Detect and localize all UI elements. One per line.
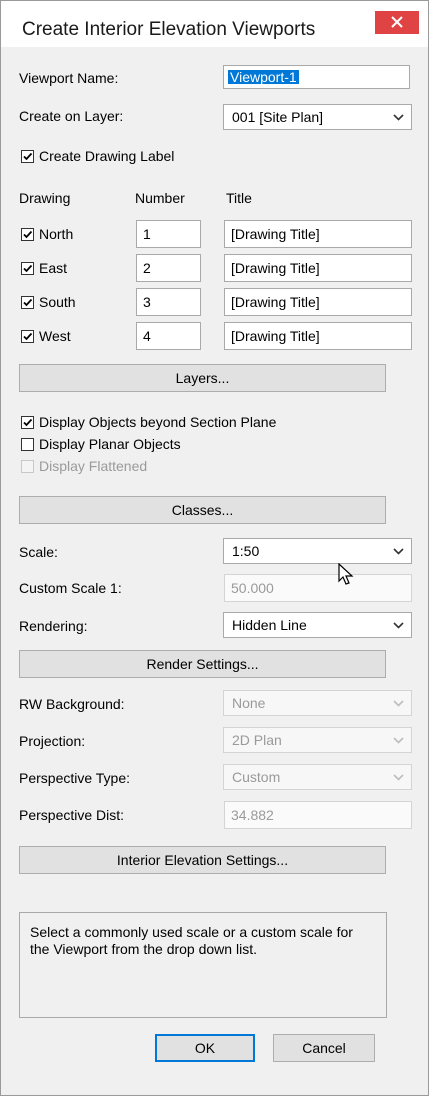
window-title: Create Interior Elevation Viewports bbox=[22, 19, 316, 40]
chevron-down-icon bbox=[393, 700, 404, 707]
chevron-down-icon bbox=[393, 737, 404, 744]
west-title-input[interactable]: [Drawing Title] bbox=[224, 322, 412, 350]
layer-select[interactable]: 001 [Site Plan] bbox=[223, 104, 412, 130]
display-objects-beyond-checkbox[interactable] bbox=[21, 416, 34, 429]
south-number-input[interactable]: 3 bbox=[136, 288, 201, 316]
display-flattened-checkbox bbox=[21, 460, 34, 473]
render-settings-button[interactable]: Render Settings... bbox=[19, 650, 386, 678]
projection-label: Projection: bbox=[19, 733, 86, 749]
viewport-name-input[interactable]: Viewport-1 bbox=[223, 65, 410, 89]
display-objects-beyond-label: Display Objects beyond Section Plane bbox=[39, 414, 277, 430]
close-button[interactable] bbox=[375, 11, 419, 34]
scale-select[interactable]: 1:50 bbox=[223, 538, 412, 564]
checkmark-icon bbox=[23, 264, 33, 273]
north-title-input[interactable]: [Drawing Title] bbox=[224, 220, 412, 248]
east-label: East bbox=[39, 260, 68, 276]
checkmark-icon bbox=[23, 418, 33, 427]
layers-button[interactable]: Layers... bbox=[19, 364, 386, 392]
title-bar: Create Interior Elevation Viewports bbox=[1, 1, 428, 47]
chevron-down-icon bbox=[393, 548, 404, 555]
drawing-column-header: Drawing bbox=[19, 190, 71, 206]
perspective-dist-label: Perspective Dist: bbox=[19, 807, 125, 823]
east-checkbox[interactable] bbox=[21, 262, 34, 275]
interior-elevation-settings-button[interactable]: Interior Elevation Settings... bbox=[19, 846, 386, 874]
rendering-select-value: Hidden Line bbox=[232, 617, 307, 633]
rw-background-select: None bbox=[223, 690, 412, 716]
south-label: South bbox=[39, 294, 76, 310]
rw-background-label: RW Background: bbox=[19, 696, 125, 712]
create-on-layer-label: Create on Layer: bbox=[19, 108, 124, 124]
rendering-select[interactable]: Hidden Line bbox=[223, 612, 412, 638]
custom-scale-input: 50.000 bbox=[224, 574, 412, 602]
chevron-down-icon bbox=[393, 114, 404, 121]
number-column-header: Number bbox=[135, 190, 185, 206]
west-number-input[interactable]: 4 bbox=[136, 322, 201, 350]
checkmark-icon bbox=[23, 230, 33, 239]
dialog-window: Create Interior Elevation Viewports View… bbox=[0, 0, 429, 1096]
perspective-type-select: Custom bbox=[223, 764, 412, 790]
perspective-type-value: Custom bbox=[232, 769, 281, 785]
ok-button[interactable]: OK bbox=[155, 1034, 255, 1062]
display-flattened-label: Display Flattened bbox=[39, 458, 148, 474]
display-planar-checkbox[interactable] bbox=[21, 438, 34, 451]
south-checkbox[interactable] bbox=[21, 296, 34, 309]
cancel-button[interactable]: Cancel bbox=[273, 1034, 375, 1062]
checkmark-icon bbox=[23, 152, 33, 161]
viewport-name-label: Viewport Name: bbox=[19, 70, 119, 86]
mouse-pointer-icon bbox=[338, 563, 354, 585]
east-title-input[interactable]: [Drawing Title] bbox=[224, 254, 412, 282]
north-number-input[interactable]: 1 bbox=[136, 220, 201, 248]
rendering-label: Rendering: bbox=[19, 618, 88, 634]
south-title-input[interactable]: [Drawing Title] bbox=[224, 288, 412, 316]
layer-select-value: 001 [Site Plan] bbox=[232, 109, 324, 125]
checkmark-icon bbox=[23, 332, 33, 341]
perspective-type-label: Perspective Type: bbox=[19, 770, 131, 786]
checkmark-icon bbox=[23, 298, 33, 307]
north-label: North bbox=[39, 226, 74, 242]
perspective-dist-input: 34.882 bbox=[224, 801, 412, 829]
help-text-box: Select a commonly used scale or a custom… bbox=[19, 912, 387, 1018]
projection-select: 2D Plan bbox=[223, 727, 412, 753]
create-drawing-label-text: Create Drawing Label bbox=[39, 148, 175, 164]
title-column-header: Title bbox=[226, 190, 252, 206]
east-number-input[interactable]: 2 bbox=[136, 254, 201, 282]
chevron-down-icon bbox=[393, 774, 404, 781]
classes-button[interactable]: Classes... bbox=[19, 496, 386, 524]
close-x-icon bbox=[391, 16, 403, 28]
north-checkbox[interactable] bbox=[21, 228, 34, 241]
projection-value: 2D Plan bbox=[232, 732, 282, 748]
chevron-down-icon bbox=[393, 622, 404, 629]
west-label: West bbox=[39, 328, 71, 344]
custom-scale-label: Custom Scale 1: bbox=[19, 580, 122, 596]
viewport-name-value: Viewport-1 bbox=[228, 69, 299, 85]
west-checkbox[interactable] bbox=[21, 330, 34, 343]
scale-label: Scale: bbox=[19, 544, 58, 560]
display-planar-label: Display Planar Objects bbox=[39, 436, 181, 452]
rw-background-value: None bbox=[232, 695, 266, 711]
create-drawing-label-checkbox[interactable] bbox=[21, 150, 34, 163]
scale-select-value: 1:50 bbox=[232, 543, 260, 559]
